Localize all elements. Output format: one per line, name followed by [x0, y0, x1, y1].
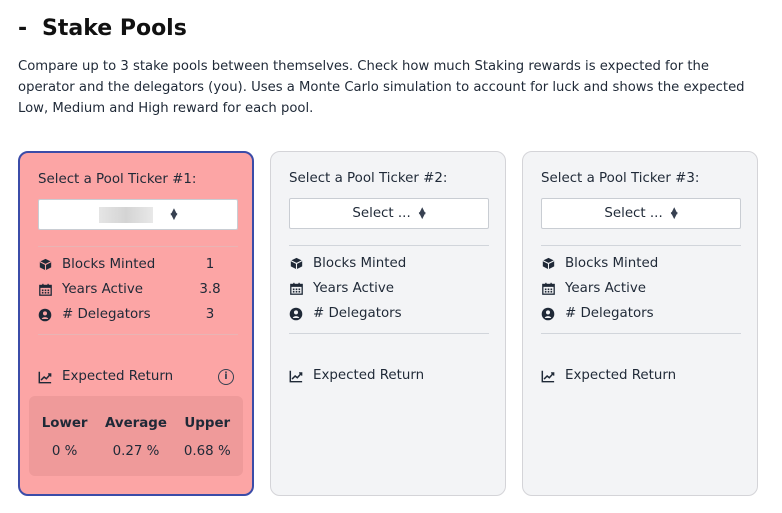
chart-line-icon: [289, 369, 303, 383]
expected-return-label: Expected Return: [565, 368, 677, 383]
expected-return-label: Expected Return: [62, 369, 174, 384]
stat-value: 3.8: [199, 282, 221, 297]
stat-delegators: # Delegators 3: [38, 307, 238, 322]
stat-label: Years Active: [62, 282, 144, 297]
divider: [289, 333, 489, 334]
pool-card-2: Select a Pool Ticker #2: Select ... ▲ ▼ B…: [270, 151, 506, 496]
select-sort-icon: ▲ ▼: [418, 205, 426, 221]
user-circle-icon: [38, 308, 52, 322]
cube-icon: [541, 257, 555, 271]
divider: [38, 246, 238, 247]
pool-ticker-label: Select a Pool Ticker #3:: [541, 171, 700, 186]
page-title: Stake Pools: [42, 16, 187, 41]
stat-label: Blocks Minted: [313, 256, 407, 271]
stat-value: 1: [205, 257, 215, 272]
returns-average-value: 0.27 %: [112, 444, 160, 459]
pool-ticker-select[interactable]: Select ... ▲ ▼: [541, 198, 741, 229]
stat-label: # Delegators: [313, 306, 402, 321]
expected-return-header: Expected Return: [289, 368, 489, 383]
calendar-icon: [38, 283, 52, 297]
returns-table: Lower Average Upper 0 % 0.27 % 0.68 %: [29, 396, 243, 476]
expected-return-label: Expected Return: [313, 368, 425, 383]
calendar-icon: [289, 282, 303, 296]
selected-pool-value: [98, 206, 153, 223]
stat-years-active: Years Active: [541, 281, 741, 296]
returns-value-row: 0 % 0.27 % 0.68 %: [29, 444, 243, 459]
stat-label: Years Active: [565, 281, 647, 296]
chart-line-icon: [541, 369, 555, 383]
select-sort-icon: ▲ ▼: [670, 205, 678, 221]
cube-icon: [289, 257, 303, 271]
info-icon[interactable]: i: [218, 369, 234, 385]
pool-card-3: Select a Pool Ticker #3: Select ... ▲ ▼ B…: [522, 151, 758, 496]
stat-label: Blocks Minted: [565, 256, 659, 271]
collapse-dash[interactable]: -: [18, 16, 42, 41]
user-circle-icon: [289, 307, 303, 321]
stat-label: # Delegators: [62, 307, 151, 322]
stat-blocks-minted: Blocks Minted: [541, 256, 741, 271]
returns-upper-value: 0.68 %: [183, 444, 231, 459]
select-placeholder: Select ...: [352, 206, 411, 221]
divider: [541, 333, 741, 334]
select-placeholder: Select ...: [604, 206, 663, 221]
select-sort-icon: ▲ ▼: [170, 206, 178, 222]
divider: [38, 334, 238, 335]
expected-return-header: Expected Return: [38, 369, 238, 384]
user-circle-icon: [541, 307, 555, 321]
pool-ticker-label: Select a Pool Ticker #1:: [38, 172, 197, 187]
returns-lower-header: Lower: [41, 416, 88, 431]
stat-delegators: # Delegators: [289, 306, 489, 321]
calendar-icon: [541, 282, 555, 296]
pool-ticker-select[interactable]: Select ... ▲ ▼: [289, 198, 489, 229]
stat-value: 3: [205, 307, 215, 322]
returns-header-row: Lower Average Upper: [29, 416, 243, 431]
pool-ticker-label: Select a Pool Ticker #2:: [289, 171, 448, 186]
stat-blocks-minted: Blocks Minted: [289, 256, 489, 271]
stat-years-active: Years Active 3.8: [38, 282, 238, 297]
chart-line-icon: [38, 370, 52, 384]
pool-card-1: Select a Pool Ticker #1: ▲ ▼ Blocks Minte…: [18, 151, 254, 496]
page-description: Compare up to 3 stake pools between them…: [18, 59, 745, 116]
cube-icon: [38, 258, 52, 272]
pool-ticker-select[interactable]: ▲ ▼: [38, 199, 238, 230]
returns-lower-value: 0 %: [51, 444, 78, 459]
divider: [289, 245, 489, 246]
returns-average-header: Average: [104, 416, 167, 431]
stat-delegators: # Delegators: [541, 306, 741, 321]
expected-return-header: Expected Return: [541, 368, 741, 383]
stat-label: Blocks Minted: [62, 257, 156, 272]
stat-label: Years Active: [313, 281, 395, 296]
returns-upper-header: Upper: [184, 416, 231, 431]
stat-years-active: Years Active: [289, 281, 489, 296]
stat-blocks-minted: Blocks Minted 1: [38, 257, 238, 272]
stat-label: # Delegators: [565, 306, 654, 321]
divider: [541, 245, 741, 246]
page-header: - Stake Pools: [18, 16, 187, 41]
